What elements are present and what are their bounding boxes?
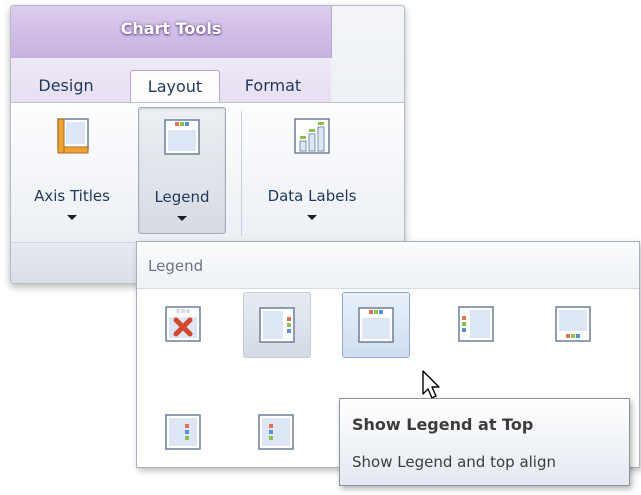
chevron-down-icon — [307, 215, 317, 220]
legend-left-icon — [458, 306, 494, 342]
tooltip-description: Show Legend and top align — [352, 453, 557, 471]
axis-titles-icon — [57, 118, 89, 154]
legend-overlay-left-icon — [258, 414, 294, 450]
legend-bottom-icon — [555, 306, 591, 342]
legend-option-right[interactable] — [243, 292, 311, 358]
legend-label: Legend — [154, 188, 210, 206]
gallery-header: Legend — [137, 242, 639, 289]
tooltip: Show Legend at Top Show Legend and top a… — [339, 398, 630, 486]
gallery-title: Legend — [148, 257, 204, 275]
tooltip-title: Show Legend at Top — [352, 415, 534, 434]
legend-option-left[interactable] — [443, 292, 509, 356]
legend-option-overlay-left[interactable] — [243, 400, 309, 464]
legend-option-bottom[interactable] — [540, 292, 606, 356]
data-labels-icon — [294, 118, 330, 154]
group-separator — [241, 111, 242, 236]
chevron-down-icon — [177, 216, 187, 221]
legend-overlay-right-icon — [165, 414, 201, 450]
legend-icon — [164, 119, 200, 155]
tab-layout[interactable]: Layout — [130, 70, 220, 103]
legend-none-icon — [165, 306, 201, 342]
data-labels-button[interactable]: Data Labels — [249, 107, 375, 232]
legend-option-overlay-right[interactable] — [150, 400, 216, 464]
legend-right-icon — [259, 307, 295, 343]
context-title: Chart Tools — [120, 19, 222, 38]
legend-option-none[interactable] — [150, 292, 216, 356]
tab-design[interactable]: Design — [25, 70, 107, 102]
chart-tools-context-header: Chart Tools — [11, 6, 332, 58]
legend-top-icon — [358, 307, 394, 343]
legend-option-top[interactable] — [342, 292, 410, 358]
axis-titles-button[interactable]: Axis Titles — [17, 107, 127, 232]
chevron-down-icon — [67, 215, 77, 220]
mouse-cursor-icon — [422, 370, 440, 399]
data-labels-label: Data Labels — [267, 187, 357, 205]
legend-button[interactable]: Legend — [138, 107, 226, 234]
axis-titles-label: Axis Titles — [34, 187, 110, 205]
tab-format[interactable]: Format — [233, 70, 313, 102]
